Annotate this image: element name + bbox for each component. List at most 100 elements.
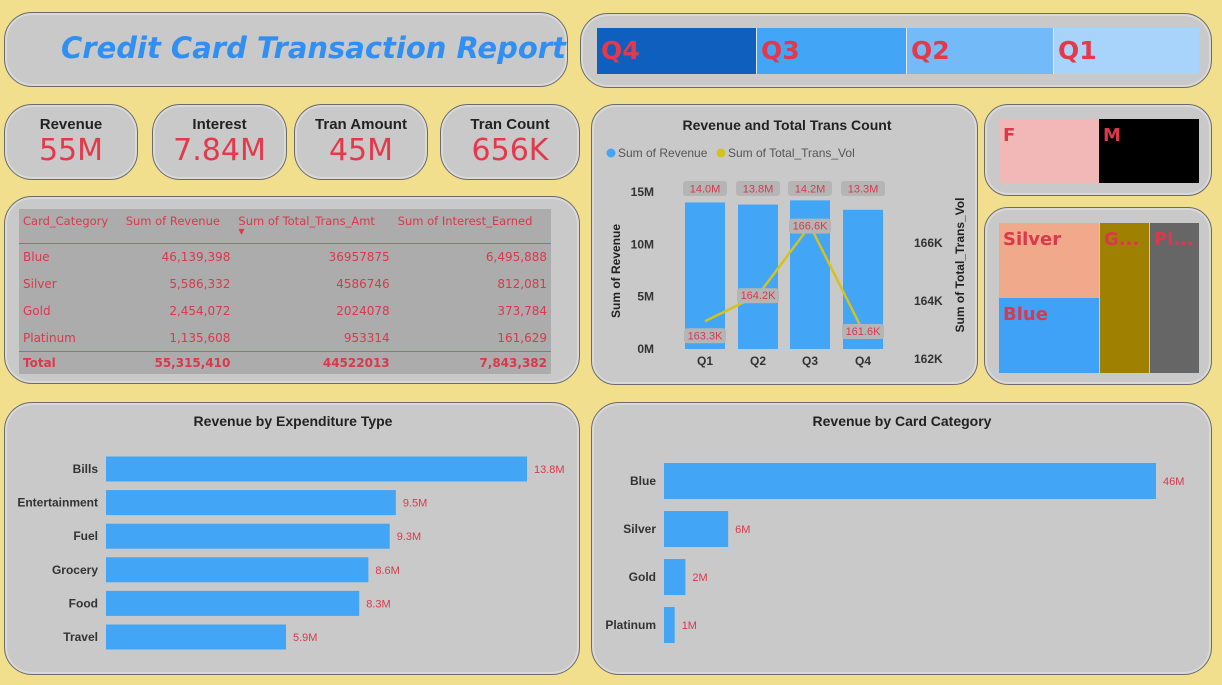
y2-tick-label: 164K xyxy=(914,294,943,308)
table-cell: 36957875 xyxy=(328,250,390,265)
table-cell: 4586746 xyxy=(336,277,390,291)
column-header[interactable]: Sum of Interest_Earned xyxy=(394,209,551,244)
x-tick-label: Q3 xyxy=(802,354,818,368)
table-row[interactable]: Blue 46,139,398 36957875 6,495,888 xyxy=(19,244,551,271)
column-header-sorted[interactable]: Sum of Total_Trans_Amt ▼ xyxy=(234,209,393,244)
legend-marker-revenue xyxy=(606,148,616,158)
gender-tile-m[interactable]: M xyxy=(1099,119,1199,183)
category-label: Entertainment xyxy=(17,496,98,510)
table-row[interactable]: Platinum 1,135,608 953314 161,629 xyxy=(19,325,551,352)
table-cell: 161,629 xyxy=(497,330,547,345)
slicer-q1[interactable]: Q1 xyxy=(1054,28,1199,74)
bar-data-label: 13.8M xyxy=(534,464,565,476)
kpi-card-revenue: Revenue 55M xyxy=(4,104,138,180)
x-tick-label: Q4 xyxy=(855,354,871,368)
table-cell: 5,586,332 xyxy=(169,277,231,291)
bar xyxy=(106,624,286,650)
y-tick-label: 0M xyxy=(637,342,654,356)
table-cell: 2024078 xyxy=(336,304,390,318)
kpi-value: 55M xyxy=(38,133,104,168)
kpi-label: Tran Amount xyxy=(315,116,407,133)
table-cell: 6,495,888 xyxy=(485,250,547,265)
line-data-label: 166.6K xyxy=(793,221,829,233)
table-cell: Platinum xyxy=(23,330,76,345)
category-label: Grocery xyxy=(52,563,98,577)
bar xyxy=(106,590,360,616)
bar-data-label: 9.5M xyxy=(403,498,427,510)
y2-axis-label: Sum of Total_Trans_Vol xyxy=(953,198,967,333)
treemap-tile-silver[interactable]: Silver xyxy=(999,223,1099,298)
revenue-by-card-category-chart: Revenue by Card Category Blue 46M Silver 6M G… xyxy=(605,413,1184,643)
bar xyxy=(664,559,686,595)
title-panel: Credit Card Transaction Report xyxy=(4,12,568,87)
revenue-trans-count-chart: Revenue and Total Trans Count Sum of Reve… xyxy=(606,117,967,368)
y2-tick-label: 162K xyxy=(914,352,943,366)
legend-marker-trans-vol xyxy=(716,148,726,158)
bar xyxy=(106,456,527,482)
chart-title: Revenue by Expenditure Type xyxy=(194,413,393,429)
kpi-card-interest: Interest 7.84M xyxy=(152,104,287,180)
expenditure-chart-panel: Revenue by Expenditure Type Bills 13.8M Ent… xyxy=(4,402,580,675)
column-header[interactable]: Sum of Revenue xyxy=(122,209,235,244)
column-header[interactable]: Card_Category xyxy=(19,209,122,244)
slicer-q2[interactable]: Q2 xyxy=(907,28,1054,74)
revenue-by-expenditure-chart: Revenue by Expenditure Type Bills 13.8M Ent… xyxy=(17,413,565,650)
card-category-chart-panel: Revenue by Card Category Blue 46M Silver 6M G… xyxy=(591,402,1212,675)
table-row[interactable]: Gold 2,454,072 2024078 373,784 xyxy=(19,298,551,325)
kpi-label: Revenue xyxy=(39,116,103,133)
card-category-table: Card_Category Sum of Revenue Sum of Tota… xyxy=(19,209,551,374)
table-cell: 44522013 xyxy=(234,351,394,374)
table-cell: 46,139,398 xyxy=(161,250,231,265)
bar-data-label: 1M xyxy=(682,620,697,632)
legend-label: Sum of Revenue xyxy=(618,146,708,160)
table-cell: 373,784 xyxy=(497,304,547,318)
category-label: Bills xyxy=(73,462,99,476)
category-label: Silver xyxy=(623,522,656,536)
bar-data-label: 5.9M xyxy=(293,632,317,644)
table-cell: Total xyxy=(19,351,122,374)
line-data-label: 164.2K xyxy=(741,290,777,302)
table-cell: 953314 xyxy=(343,330,390,345)
bar xyxy=(664,463,1156,499)
quarter-slicer-panel: Q4 Q3 Q2 Q1 xyxy=(580,13,1212,88)
bar-data-label: 9.3M xyxy=(397,531,421,543)
bar-revenue xyxy=(685,202,725,349)
category-label: Blue xyxy=(630,474,656,488)
line-trans-vol xyxy=(704,223,865,332)
table-cell: 1,135,608 xyxy=(169,330,231,345)
gender-tile-f[interactable]: F xyxy=(999,119,1099,183)
legend-label: Sum of Total_Trans_Vol xyxy=(728,146,855,160)
table-row[interactable]: Silver 5,586,332 4586746 812,081 xyxy=(19,271,551,298)
kpi-label: Interest xyxy=(192,116,247,133)
category-label: Food xyxy=(69,596,98,610)
bar xyxy=(664,607,675,643)
kpi-label: Tran Count xyxy=(470,116,550,133)
bar-data-label: 13.8M xyxy=(743,184,774,196)
bar-data-label: 13.3M xyxy=(848,184,879,196)
kpi-value: 45M xyxy=(328,133,394,168)
category-label: Travel xyxy=(63,630,98,644)
kpi-value: 656K xyxy=(471,133,549,168)
kpi-card-tran-count: Tran Count 656K xyxy=(440,104,580,180)
treemap-tile-platinum[interactable]: Pl... xyxy=(1150,223,1199,373)
table-cell: Blue xyxy=(23,250,50,265)
column-header-label: Sum of Total_Trans_Amt xyxy=(238,214,375,228)
treemap-tile-blue[interactable]: Blue xyxy=(999,298,1099,373)
table-cell: 2,454,072 xyxy=(169,304,231,318)
treemap-tile-gold[interactable]: G... xyxy=(1100,223,1149,373)
y-tick-label: 5M xyxy=(637,290,654,304)
sort-descending-icon: ▼ xyxy=(238,227,245,236)
bar xyxy=(106,490,396,516)
y-tick-label: 15M xyxy=(631,185,654,199)
bar-data-label: 6M xyxy=(735,524,750,536)
bar-data-label: 2M xyxy=(692,572,707,584)
bar xyxy=(106,557,369,583)
kpi-card-tran-amount: Tran Amount 45M xyxy=(294,104,428,180)
bar-data-label: 14.2M xyxy=(795,184,826,196)
bar xyxy=(106,523,390,549)
category-label: Fuel xyxy=(73,529,98,543)
bar-data-label: 8.6M xyxy=(375,565,399,577)
gender-treemap-panel: F M xyxy=(984,104,1212,196)
slicer-q4[interactable]: Q4 xyxy=(597,28,757,74)
slicer-q3[interactable]: Q3 xyxy=(757,28,907,74)
